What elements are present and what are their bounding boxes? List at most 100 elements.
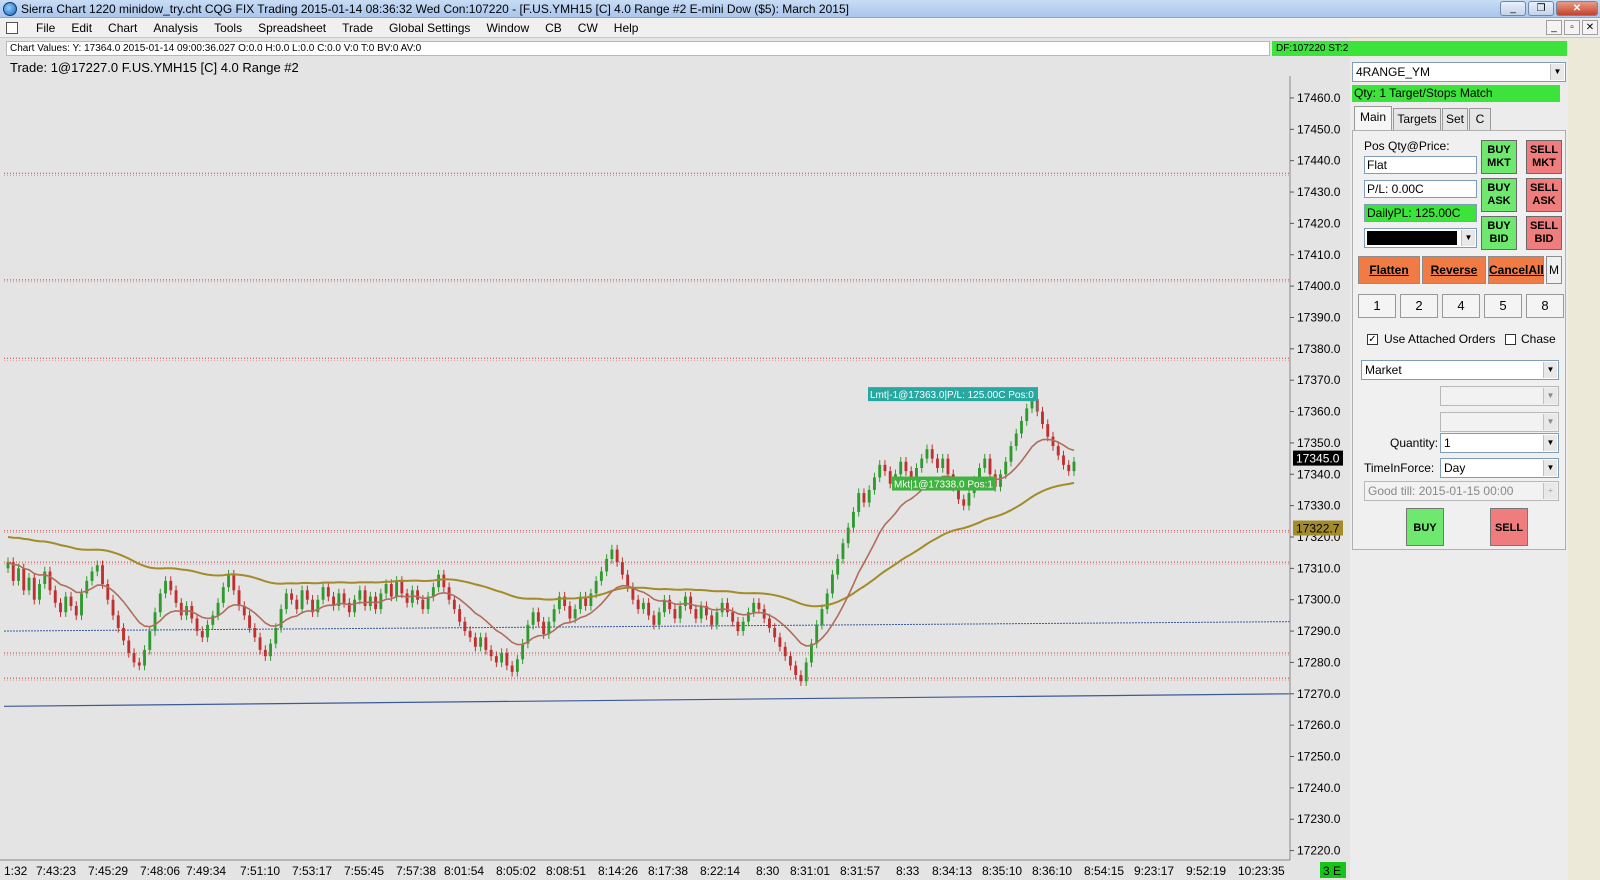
child-restore-button[interactable]: ▫	[1564, 20, 1580, 35]
spinner-icon[interactable]: ÷	[1543, 483, 1557, 499]
candle-body	[510, 665, 514, 672]
candle-body	[636, 599, 640, 610]
menu-window[interactable]: Window	[478, 18, 537, 38]
tab-targets[interactable]: Targets	[1393, 108, 1441, 130]
sell-market-button[interactable]: SELL MKT	[1526, 140, 1562, 174]
buy-button[interactable]: BUY	[1406, 508, 1444, 546]
buy-bid-button[interactable]: BUY BID	[1481, 216, 1517, 250]
last-price-label: 17345.0	[1296, 452, 1340, 466]
chart-panel[interactable]: Chart Values: Y: 17364.0 2015-01-14 09:0…	[0, 38, 1567, 880]
candle-body	[605, 558, 609, 572]
menu-spreadsheet[interactable]: Spreadsheet	[250, 18, 334, 38]
order-type-select[interactable]: Market ▼	[1361, 360, 1559, 380]
candle-body	[421, 599, 425, 610]
candle-body	[442, 574, 446, 588]
menu-cw[interactable]: CW	[570, 18, 606, 38]
candle-body	[873, 477, 876, 490]
menu-edit[interactable]: Edit	[63, 18, 100, 38]
qty-button-4[interactable]: 4	[1442, 294, 1480, 318]
menu-tools[interactable]: Tools	[206, 18, 250, 38]
flatten-button[interactable]: Flatten	[1358, 256, 1420, 284]
quantity-select[interactable]: 1 ▼	[1440, 433, 1559, 453]
x-axis-tick-label: 8:33	[896, 864, 920, 878]
chevron-down-icon[interactable]: ▼	[1543, 414, 1557, 430]
menu-chart[interactable]: Chart	[100, 18, 145, 38]
qty-button-5[interactable]: 5	[1484, 294, 1522, 318]
price1-select[interactable]: ▼	[1440, 386, 1559, 406]
y-axis-tick-label: 17360.0	[1297, 405, 1341, 419]
candle-body	[227, 574, 230, 588]
menu-file[interactable]: File	[28, 18, 63, 38]
buy-market-button[interactable]: BUY MKT	[1481, 140, 1517, 174]
qty-button-2[interactable]: 2	[1400, 294, 1438, 318]
use-attached-orders-checkbox[interactable]: ✓	[1367, 334, 1378, 345]
cancel-all-button[interactable]: CancelAll	[1488, 256, 1544, 284]
close-button[interactable]: ✕	[1556, 1, 1598, 16]
sell-button[interactable]: SELL	[1490, 508, 1528, 546]
candle-body	[689, 596, 693, 610]
chase-checkbox[interactable]	[1505, 334, 1516, 345]
chevron-down-icon[interactable]: ▼	[1550, 64, 1564, 80]
candle-body	[143, 649, 146, 666]
child-minimize-button[interactable]: _	[1546, 20, 1562, 35]
chevron-down-icon[interactable]: ▼	[1543, 435, 1557, 451]
candle-body	[941, 458, 945, 468]
candle-body	[69, 596, 73, 606]
maximize-button[interactable]: ❐	[1528, 1, 1554, 16]
daily-pl-field: DailyPL: 125.00C	[1364, 204, 1477, 222]
candle-body	[699, 605, 703, 619]
symbol-select[interactable]: 4RANGE_YM ▼	[1352, 62, 1566, 82]
candle-body	[1020, 420, 1023, 434]
candle-body	[158, 593, 162, 613]
reverse-button[interactable]: Reverse	[1422, 256, 1486, 284]
candle-body	[405, 593, 409, 603]
y-axis-tick-label: 17310.0	[1297, 561, 1341, 575]
tab-set[interactable]: Set	[1442, 108, 1468, 130]
chevron-down-icon[interactable]: ▼	[1543, 362, 1557, 378]
candle-body	[1025, 408, 1029, 421]
color-select[interactable]: ▼	[1364, 228, 1477, 248]
qty-button-1[interactable]: 1	[1358, 294, 1396, 318]
x-axis-tick-label: 10:23:35	[1238, 864, 1285, 878]
target-order-label: Lmt|-1@17363.0|P/L: 125.00C Pos:0	[870, 390, 1034, 401]
menu-global-settings[interactable]: Global Settings	[381, 18, 478, 38]
candle-body	[116, 615, 120, 628]
candle-body	[137, 662, 141, 666]
child-close-button[interactable]: ✕	[1582, 20, 1598, 35]
candle-body	[983, 458, 987, 468]
buy-ask-button[interactable]: BUY ASK	[1481, 178, 1517, 212]
order-type-value: Market	[1365, 363, 1402, 377]
menu-help[interactable]: Help	[606, 18, 647, 38]
candle-body	[248, 615, 251, 628]
candle-body	[521, 643, 525, 660]
candle-body	[1046, 424, 1050, 437]
y-axis-tick-label: 17270.0	[1297, 687, 1341, 701]
good-till-field[interactable]: Good till: 2015-01-15 00:00 ÷	[1364, 481, 1559, 501]
tif-select[interactable]: Day ▼	[1440, 458, 1559, 478]
candle-body	[59, 602, 62, 613]
sell-ask-button[interactable]: SELL ASK	[1526, 178, 1562, 212]
chevron-down-icon[interactable]: ▼	[1543, 388, 1557, 404]
price2-select[interactable]: ▼	[1440, 412, 1559, 432]
menu-trade[interactable]: Trade	[334, 18, 381, 38]
candle-body	[573, 609, 577, 619]
price-chart[interactable]: Lmt|-1@17363.0|P/L: 125.00C Pos:0 Mkt|1@1…	[0, 76, 1350, 880]
tab-c[interactable]: C	[1469, 108, 1491, 130]
candle-body	[967, 493, 971, 506]
menu-cb[interactable]: CB	[537, 18, 570, 38]
tab-main[interactable]: Main	[1354, 106, 1392, 130]
chevron-down-icon[interactable]: ▼	[1461, 230, 1475, 246]
candle-body	[395, 580, 399, 597]
candle-body	[683, 596, 687, 606]
minimize-button[interactable]: _	[1500, 1, 1526, 16]
document-icon[interactable]	[6, 21, 18, 34]
candle-body	[206, 624, 209, 638]
chevron-down-icon[interactable]: ▼	[1543, 460, 1557, 476]
sell-bid-button[interactable]: SELL BID	[1526, 216, 1562, 250]
candle-body	[274, 627, 278, 644]
menu-analysis[interactable]: Analysis	[145, 18, 206, 38]
candle-body	[416, 590, 420, 600]
candle-body	[122, 627, 125, 641]
qty-button-8[interactable]: 8	[1526, 294, 1564, 318]
m-button[interactable]: M	[1546, 256, 1562, 284]
